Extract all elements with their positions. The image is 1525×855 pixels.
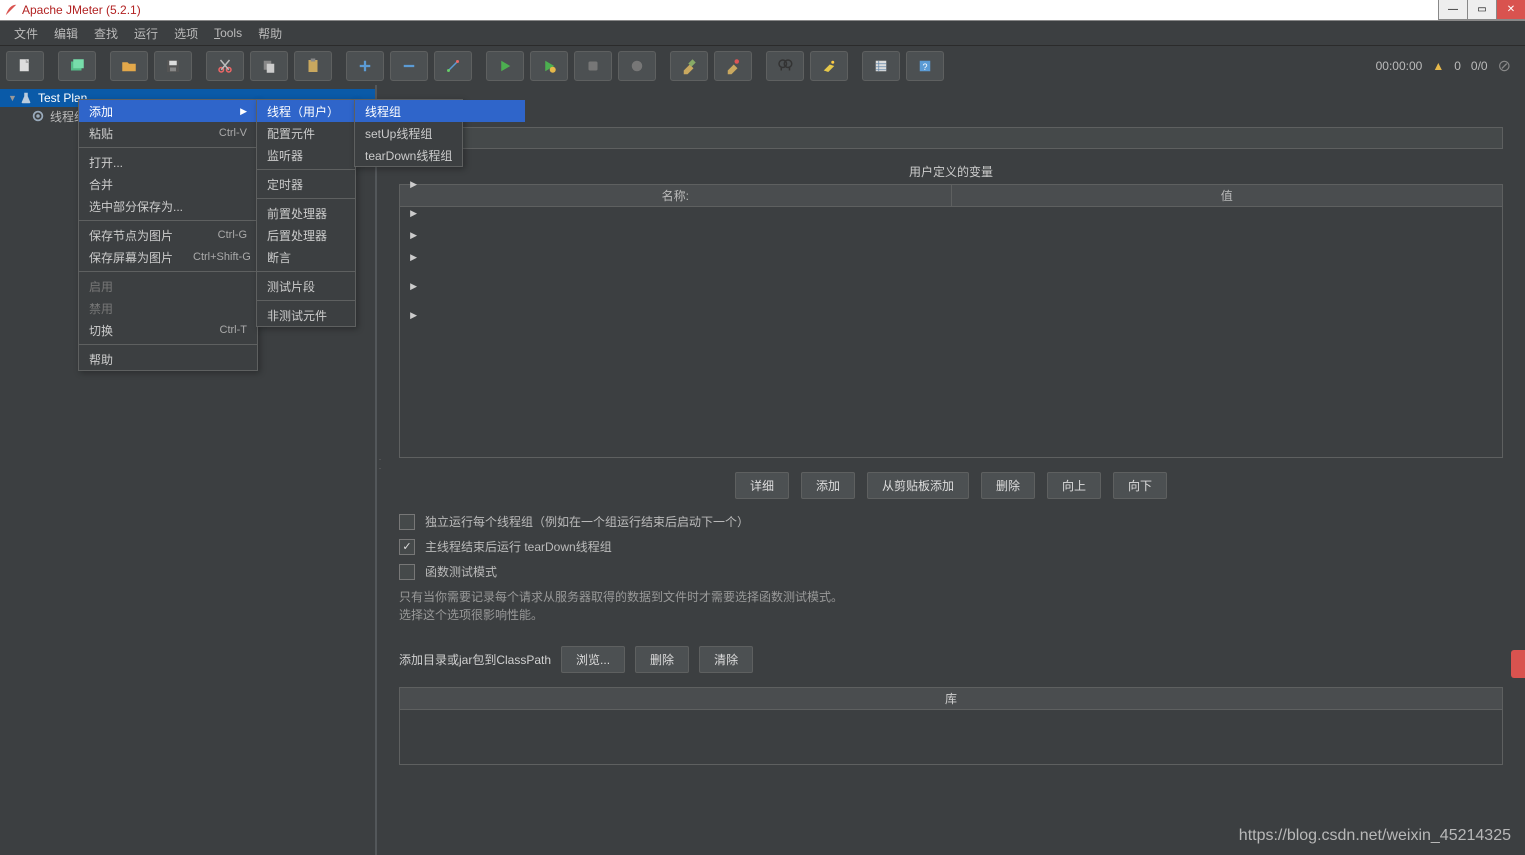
thread-count: 0/0 xyxy=(1471,59,1488,73)
warning-count: 0 xyxy=(1454,59,1461,73)
svg-text:?: ? xyxy=(922,62,927,72)
stop-button[interactable] xyxy=(574,51,612,81)
sub-pre[interactable]: 前置处理器▶ xyxy=(257,202,427,224)
flask-icon xyxy=(18,91,34,105)
expand-button[interactable] xyxy=(346,51,384,81)
add-var-button[interactable]: 添加 xyxy=(801,472,855,499)
copy-button[interactable] xyxy=(250,51,288,81)
vars-title: 用户定义的变量 xyxy=(399,163,1503,180)
lib-header[interactable]: 库 xyxy=(399,687,1503,710)
clear-button[interactable] xyxy=(670,51,708,81)
reset-search-button[interactable] xyxy=(810,51,848,81)
detail-button[interactable]: 详细 xyxy=(735,472,789,499)
watermark: https://blog.csdn.net/weixin_45214325 xyxy=(1239,827,1511,845)
vars-header: 名称: 值 xyxy=(399,184,1503,207)
main-panel: ⋮⋮ Plan 注释： 用户定义的变量 名称: 值 详细 添加 从剪贴板添加 删… xyxy=(377,85,1525,855)
splitter-grip[interactable]: ⋮⋮ xyxy=(377,455,382,473)
warning-icon[interactable]: ▲ xyxy=(1432,59,1444,73)
lib-table-body[interactable] xyxy=(399,710,1503,765)
open-button[interactable] xyxy=(110,51,148,81)
col-value[interactable]: 值 xyxy=(952,185,1503,206)
menu-tools[interactable]: Tools xyxy=(206,23,250,43)
search-button[interactable] xyxy=(766,51,804,81)
ctx-open[interactable]: 打开... xyxy=(79,151,257,173)
opt-setup-thread-group[interactable]: setUp线程组 xyxy=(355,122,525,144)
menu-edit[interactable]: 编辑 xyxy=(46,22,86,45)
ctx-enable: 启用 xyxy=(79,275,257,297)
ctx-help[interactable]: 帮助 xyxy=(79,348,257,370)
sub-assert[interactable]: 断言▶ xyxy=(257,246,427,268)
function-helper-button[interactable] xyxy=(862,51,900,81)
gear-icon xyxy=(30,109,46,123)
classpath-label: 添加目录或jar包到ClassPath xyxy=(399,651,551,668)
ctx-paste[interactable]: 粘贴Ctrl-V xyxy=(79,122,257,144)
cut-button[interactable] xyxy=(206,51,244,81)
clear-all-button[interactable] xyxy=(714,51,752,81)
checkbox-run-serially[interactable]: 独立运行每个线程组（例如在一个组运行结束后启动下一个） xyxy=(399,513,1503,530)
paste-button[interactable] xyxy=(294,51,332,81)
minimize-button[interactable]: — xyxy=(1438,0,1467,20)
comment-input[interactable] xyxy=(454,127,1503,149)
title-bar: Apache JMeter (5.2.1) — ▭ ✕ xyxy=(0,0,1525,21)
sub-post[interactable]: 后置处理器▶ xyxy=(257,224,427,246)
ctx-merge[interactable]: 合并 xyxy=(79,173,257,195)
opt-thread-group[interactable]: 线程组 xyxy=(355,100,525,122)
ctx-add[interactable]: 添加▶ xyxy=(79,100,257,122)
window-title: Apache JMeter (5.2.1) xyxy=(22,3,141,17)
new-button[interactable] xyxy=(6,51,44,81)
maximize-button[interactable]: ▭ xyxy=(1467,0,1496,20)
menu-options[interactable]: 选项 xyxy=(166,22,206,45)
collapse-button[interactable] xyxy=(390,51,428,81)
checkbox-functional-test[interactable]: 函数测试模式 xyxy=(399,563,1503,580)
vars-table-body[interactable] xyxy=(399,207,1503,458)
opt-teardown-thread-group[interactable]: tearDown线程组 xyxy=(355,144,525,166)
ctx-save-screen-image[interactable]: 保存屏幕为图片Ctrl+Shift-G xyxy=(79,246,257,268)
hint-line2: 选择这个选项很影响性能。 xyxy=(399,606,1503,624)
sub-fragment[interactable]: 测试片段▶ xyxy=(257,275,427,297)
help-button[interactable]: ? xyxy=(906,51,944,81)
add-from-clipboard-button[interactable]: 从剪贴板添加 xyxy=(867,472,969,499)
save-button[interactable] xyxy=(154,51,192,81)
app-icon xyxy=(4,3,18,17)
hint-line1: 只有当你需要记录每个请求从服务器取得的数据到文件时才需要选择函数测试模式。 xyxy=(399,588,1503,606)
toggle-button[interactable] xyxy=(434,51,472,81)
start-no-timers-button[interactable] xyxy=(530,51,568,81)
menu-run[interactable]: 运行 xyxy=(126,22,166,45)
server-icon: ⊘ xyxy=(1498,56,1511,76)
up-button[interactable]: 向上 xyxy=(1047,472,1101,499)
close-button[interactable]: ✕ xyxy=(1496,0,1525,20)
delete-var-button[interactable]: 删除 xyxy=(981,472,1035,499)
toggle-icon[interactable]: ▼ xyxy=(8,93,18,103)
start-button[interactable] xyxy=(486,51,524,81)
elapsed-time: 00:00:00 xyxy=(1376,59,1423,73)
shutdown-button[interactable] xyxy=(618,51,656,81)
checkbox-teardown[interactable]: 主线程结束后运行 tearDown线程组 xyxy=(399,538,1503,555)
browse-button[interactable]: 浏览... xyxy=(561,646,625,673)
sub-timer[interactable]: 定时器▶ xyxy=(257,173,427,195)
menu-help[interactable]: 帮助 xyxy=(250,22,290,45)
cp-clear-button[interactable]: 清除 xyxy=(699,646,753,673)
menu-bar: 文件 编辑 查找 运行 选项 Tools 帮助 xyxy=(0,21,1525,46)
col-name[interactable]: 名称: xyxy=(400,185,952,206)
cp-delete-button[interactable]: 删除 xyxy=(635,646,689,673)
ctx-save-selection[interactable]: 选中部分保存为... xyxy=(79,195,257,217)
templates-button[interactable] xyxy=(58,51,96,81)
ctx-toggle[interactable]: 切换Ctrl-T xyxy=(79,319,257,341)
context-menu: 添加▶ 粘贴Ctrl-V 打开... 合并 选中部分保存为... 保存节点为图片… xyxy=(78,99,258,371)
submenu-threads: 线程组 setUp线程组 tearDown线程组 xyxy=(354,99,463,167)
sub-nontest[interactable]: 非测试元件▶ xyxy=(257,304,427,326)
ctx-save-node-image[interactable]: 保存节点为图片Ctrl-G xyxy=(79,224,257,246)
toolbar: ? 00:00:00 ▲ 0 0/0 ⊘ xyxy=(0,46,1525,87)
menu-file[interactable]: 文件 xyxy=(6,22,46,45)
ctx-disable: 禁用 xyxy=(79,297,257,319)
side-badge xyxy=(1511,650,1525,678)
down-button[interactable]: 向下 xyxy=(1113,472,1167,499)
menu-search[interactable]: 查找 xyxy=(86,22,126,45)
submenu-add: 线程（用户）▶ 配置元件▶ 监听器▶ 定时器▶ 前置处理器▶ 后置处理器▶ 断言… xyxy=(256,99,356,327)
